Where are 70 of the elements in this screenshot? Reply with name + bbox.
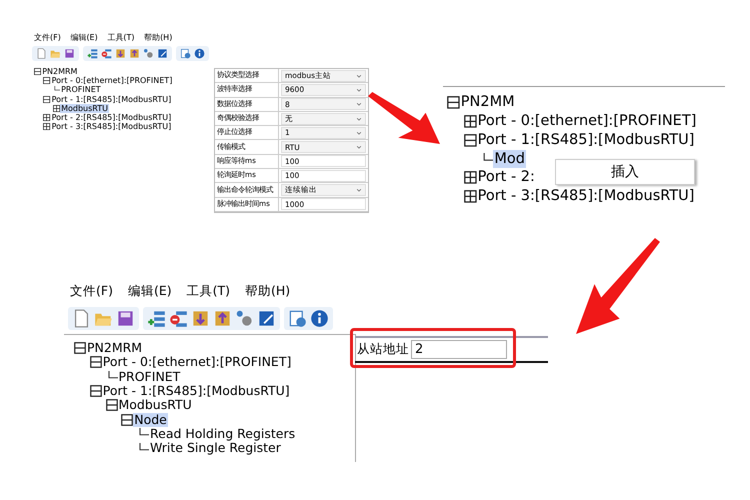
menu-item[interactable]: 帮助(H) xyxy=(144,32,172,44)
menu-item[interactable]: 工具(T) xyxy=(186,282,230,301)
collapse-icon[interactable] xyxy=(90,356,102,368)
collapse-icon[interactable] xyxy=(74,342,86,354)
notepad-icon[interactable] xyxy=(157,48,168,59)
expand-icon[interactable] xyxy=(52,104,60,112)
tree-item[interactable]: Port - 0:[ethernet]:[PROFINET] xyxy=(50,76,174,86)
new-file-icon[interactable] xyxy=(72,308,91,328)
arrow-drawing xyxy=(368,92,440,144)
tree-item[interactable]: ModbusRTU xyxy=(60,104,109,113)
save-icon[interactable] xyxy=(64,48,75,59)
new-file-icon[interactable] xyxy=(36,48,47,59)
tree-item[interactable]: Mod xyxy=(493,150,526,168)
expand-icon[interactable] xyxy=(43,123,51,130)
menu-item[interactable]: 文件(F) xyxy=(34,32,61,44)
collapse-icon[interactable] xyxy=(34,68,42,76)
expand-icon[interactable] xyxy=(464,190,477,204)
down-arrow-icon[interactable] xyxy=(115,48,126,59)
menu-item[interactable]: 帮助(H) xyxy=(245,282,290,301)
menu-item[interactable]: 编辑(E) xyxy=(70,32,98,44)
menu-item[interactable]: 工具(T) xyxy=(107,32,134,44)
tree-item[interactable]: Port - 0:[ethernet]:[PROFINET] xyxy=(476,112,698,131)
tree-item[interactable]: PROFINET xyxy=(118,370,182,384)
tree-item[interactable]: PROFINET xyxy=(60,85,102,95)
tree-item[interactable]: Port - 2:[RS485]:[ModbusRTU] xyxy=(50,112,172,122)
up-arrow-icon[interactable] xyxy=(129,48,140,59)
info-icon[interactable] xyxy=(194,48,205,59)
tree-item[interactable]: Port - 1:[RS485]:[ModbusRTU] xyxy=(50,94,172,104)
tree-item[interactable]: Port - 3:[RS485]:[ModbusRTU] xyxy=(476,187,696,206)
tree-item[interactable]: PN2MRM xyxy=(41,67,78,76)
remove-row-icon[interactable] xyxy=(101,48,112,59)
tree-item[interactable]: Port - 1:[RS485]:[ModbusRTU] xyxy=(102,384,291,398)
collapse-icon[interactable] xyxy=(447,96,460,109)
menu-item[interactable]: 文件(F) xyxy=(70,282,113,301)
tree-item[interactable]: Port - 1:[RS485]:[ModbusRTU] xyxy=(476,130,696,150)
info-icon[interactable] xyxy=(310,308,329,328)
tree-item[interactable]: Port - 3:[RS485]:[ModbusRTU] xyxy=(50,122,172,132)
notepad-icon[interactable] xyxy=(257,308,276,328)
menu-item[interactable]: 编辑(E) xyxy=(128,282,172,301)
chevron-icon xyxy=(356,86,362,93)
input-field[interactable]: 2 xyxy=(411,340,507,359)
chevron-icon xyxy=(356,101,362,108)
chevron-icon xyxy=(356,144,362,150)
tree-item[interactable]: Port - 0:[ethernet]:[PROFINET] xyxy=(102,355,292,370)
expand-icon[interactable] xyxy=(464,114,477,128)
collapse-icon[interactable] xyxy=(121,414,134,426)
tree-item[interactable]: ModbusRTU xyxy=(118,398,193,413)
expand-icon[interactable] xyxy=(464,171,477,184)
chevron-icon xyxy=(356,130,362,136)
collapse-icon[interactable] xyxy=(43,77,51,84)
remove-row-icon[interactable] xyxy=(169,308,188,328)
add-row-icon[interactable] xyxy=(87,48,98,59)
tree-item[interactable]: Read Holding Registers xyxy=(149,427,296,442)
collapse-icon[interactable] xyxy=(106,399,118,412)
expand-icon[interactable] xyxy=(43,114,51,122)
chevron-icon xyxy=(356,187,362,194)
tree-item[interactable]: Port - 2: xyxy=(476,168,536,188)
collapse-icon[interactable] xyxy=(43,96,51,103)
chevron-icon xyxy=(356,72,362,79)
tree-item[interactable]: PN2MM xyxy=(460,93,516,112)
collapse-icon[interactable] xyxy=(90,385,102,398)
collapse-icon[interactable] xyxy=(464,134,477,146)
add-row-icon[interactable] xyxy=(147,308,166,328)
field-label: 从站地址 xyxy=(357,340,409,358)
tree-item[interactable]: Write Single Register xyxy=(149,441,282,456)
tree-item[interactable]: Node xyxy=(133,412,168,427)
chevron-icon xyxy=(356,116,362,122)
context-menu-item[interactable]: 插入 xyxy=(555,159,695,185)
save-icon[interactable] xyxy=(116,308,135,328)
tree-item[interactable]: PN2MRM xyxy=(86,340,144,356)
